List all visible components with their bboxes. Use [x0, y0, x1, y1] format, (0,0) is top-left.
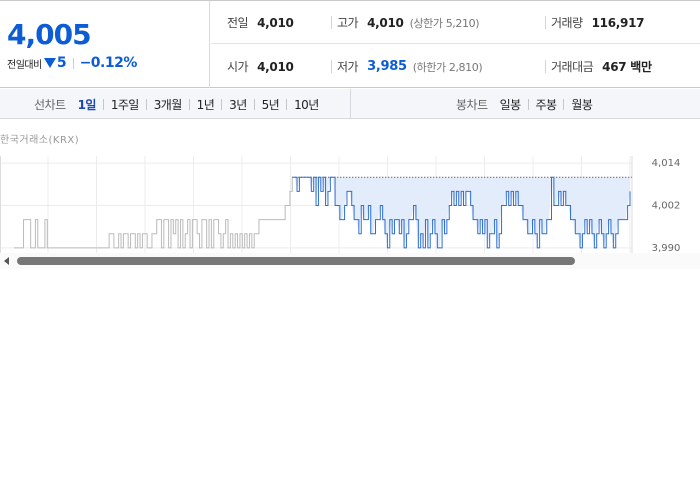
intraday-chart[interactable]: 4,014 4,002 3,990 — [0, 147, 700, 257]
tab-candle-period[interactable]: 주봉 — [536, 96, 557, 113]
current-price: 4,005 — [7, 18, 92, 51]
y-tick-label: 4,014 — [652, 158, 681, 169]
tab-divider — [563, 98, 565, 110]
price-box: 4,005 전일대비 5 −0.12% — [0, 1, 210, 88]
prev-close-value: 4,010 — [257, 15, 294, 30]
scroll-left-arrow-icon[interactable] — [4, 257, 9, 265]
scroll-thumb[interactable] — [17, 257, 575, 265]
high-label: 고가 — [337, 16, 359, 30]
change-label: 전일대비 — [7, 59, 42, 71]
tab-divider — [253, 98, 255, 110]
change-divider — [72, 57, 74, 69]
change-row: 전일대비 5 −0.12% — [7, 55, 137, 71]
high-value: 4,010 — [367, 15, 404, 30]
tab-divider — [145, 98, 147, 110]
low-cell: 저가 3,985 (하한가 2,810) — [337, 45, 483, 88]
volume-label: 거래량 — [551, 16, 583, 30]
tab-divider — [188, 98, 190, 110]
tab-line-period[interactable]: 1년 — [197, 96, 215, 113]
cell-divider — [331, 16, 332, 29]
tab-divider — [527, 98, 529, 110]
tab-line-period[interactable]: 5년 — [262, 96, 280, 113]
high-cell: 고가 4,010 (상한가 5,210) — [337, 1, 479, 44]
cell-divider — [545, 60, 546, 73]
trade-value-value: 467 백만 — [602, 60, 652, 74]
cell-divider — [545, 16, 546, 29]
cell-divider — [331, 60, 332, 73]
change-percent: −0.12% — [79, 55, 138, 71]
quote-row-2: 시가 4,010 저가 3,985 (하한가 2,810) 거래대금 467 백… — [211, 45, 700, 88]
trade-value-label: 거래대금 — [551, 60, 594, 74]
tab-candle-period[interactable]: 월봉 — [571, 96, 592, 113]
line-chart-caption: 선차트 — [34, 97, 66, 112]
low-value: 3,985 — [367, 59, 407, 74]
change-amount: 5 — [56, 55, 67, 71]
volume-value: 116,917 — [591, 15, 645, 30]
tab-line-period[interactable]: 3년 — [229, 96, 247, 113]
candle-chart-caption: 봉차트 — [456, 97, 488, 112]
stock-summary: 4,005 전일대비 5 −0.12% 전일 4,010 고가 4,010 (상… — [0, 0, 700, 88]
prev-close-cell: 전일 4,010 — [227, 1, 294, 44]
candle-chart-tabs: 봉차트 일봉 주봉 월봉 — [352, 89, 700, 119]
tab-candle-period[interactable]: 일봉 — [500, 96, 521, 113]
tab-line-period[interactable]: 1일 — [78, 96, 97, 113]
down-arrow-icon — [43, 58, 56, 68]
open-cell: 시가 4,010 — [227, 45, 294, 88]
y-tick-label: 4,002 — [652, 201, 681, 212]
chart-period-tabs: 선차트 1일 1주일 3개월 1년 3년 5년 10년 봉차트 일봉 주봉 월봉 — [0, 89, 700, 119]
tab-divider — [286, 98, 288, 110]
quote-info-grid: 전일 4,010 고가 4,010 (상한가 5,210) 거래량 116,91… — [211, 1, 700, 88]
tab-line-period[interactable]: 3개월 — [154, 96, 183, 113]
tab-line-period[interactable]: 1주일 — [111, 96, 140, 113]
price-area-fill — [292, 177, 630, 248]
intraday-chart-svg: 4,0144,0023,990 — [0, 156, 681, 257]
tab-divider — [221, 98, 223, 110]
quote-row-1: 전일 4,010 고가 4,010 (상한가 5,210) 거래량 116,91… — [211, 1, 700, 44]
low-label: 저가 — [337, 60, 359, 74]
tab-divider — [102, 98, 104, 110]
open-label: 시가 — [227, 60, 249, 74]
volume-cell: 거래량 116,917 — [551, 1, 644, 44]
chart-scrollbar[interactable] — [0, 253, 700, 269]
open-value: 4,010 — [257, 59, 294, 74]
upper-limit: (상한가 5,210) — [409, 16, 480, 30]
tab-line-period[interactable]: 10년 — [294, 96, 319, 113]
trade-value-cell: 거래대금 467 백만 — [551, 45, 652, 88]
prev-close-label: 전일 — [227, 16, 249, 30]
lower-limit: (하한가 2,810) — [412, 60, 483, 74]
exchange-label: 한국거래소(KRX) — [0, 135, 80, 146]
price-line-previous — [14, 177, 293, 249]
line-chart-tabs: 선차트 1일 1주일 3개월 1년 3년 5년 10년 — [0, 89, 351, 119]
